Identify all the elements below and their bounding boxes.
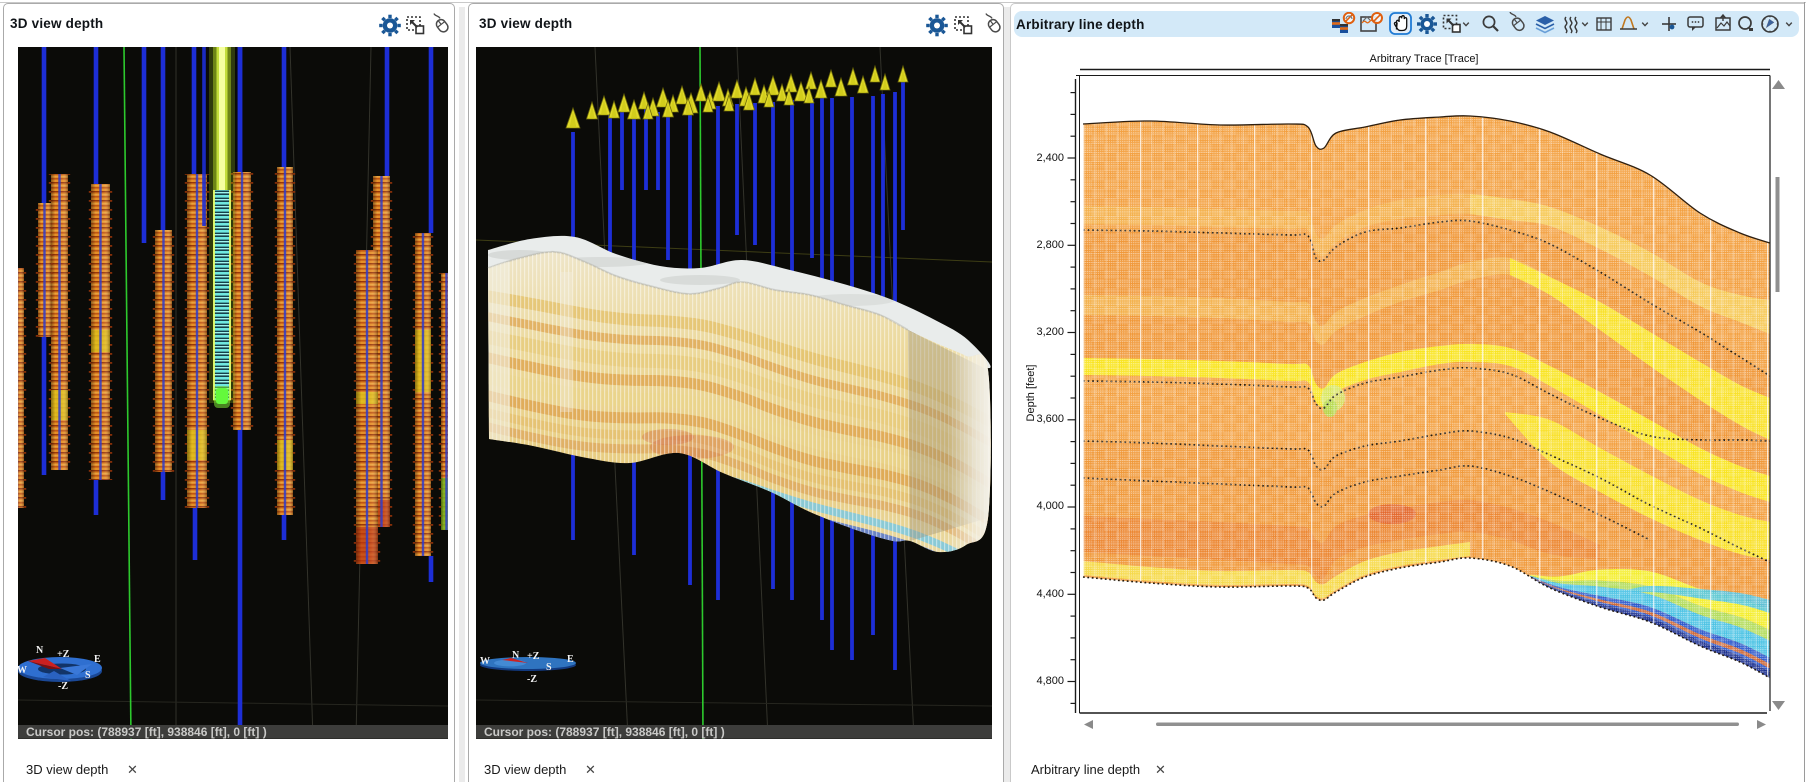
svg-text:W: W (480, 656, 490, 667)
svg-text:-Z: -Z (527, 674, 537, 685)
svg-text:N: N (36, 645, 44, 656)
svg-text:N: N (512, 650, 520, 661)
svg-text:+Z: +Z (57, 649, 70, 660)
svg-text:-Z: -Z (58, 681, 68, 692)
svg-text:S: S (85, 670, 91, 681)
svg-text:E: E (94, 654, 101, 665)
svg-text:+Z: +Z (527, 651, 540, 662)
svg-text:E: E (567, 654, 574, 665)
svg-text:W: W (18, 665, 27, 676)
svg-text:S: S (546, 662, 552, 673)
